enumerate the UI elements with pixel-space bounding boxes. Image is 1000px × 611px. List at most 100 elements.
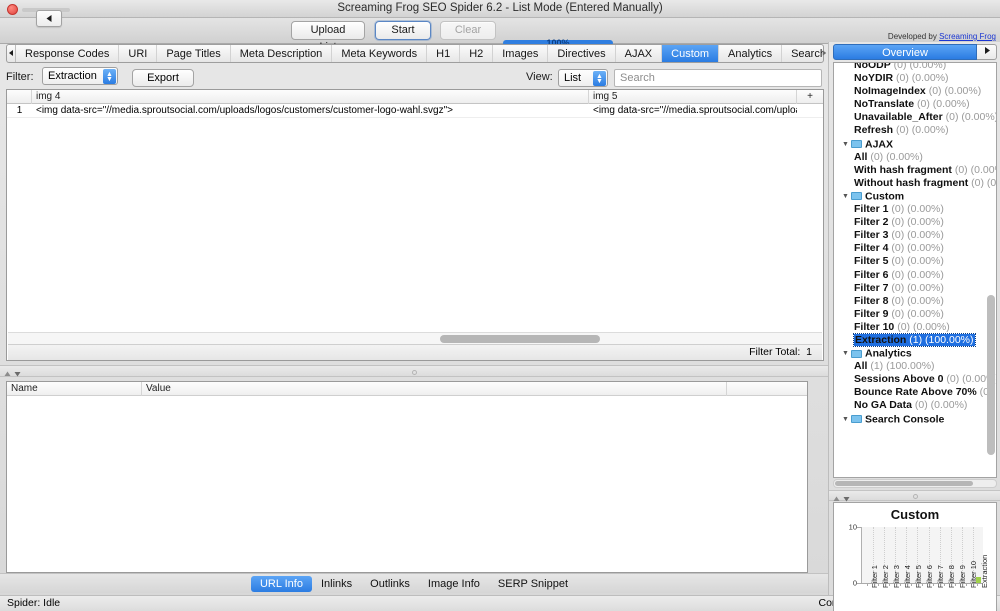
back-button[interactable] [36, 10, 62, 27]
splitter-grip[interactable] [412, 370, 417, 375]
tab-h1[interactable]: H1 [427, 45, 461, 62]
tree-item-filter-1[interactable]: Filter 1 (0) (0.00%) [834, 203, 996, 216]
tree-item-noodp[interactable]: NoODP (0) (0.00%) [834, 63, 996, 72]
chevron-down-icon[interactable]: ▼ [842, 138, 851, 151]
tree-item-noydir[interactable]: NoYDIR (0) (0.00%) [834, 72, 996, 85]
add-column-button[interactable]: + [797, 90, 823, 104]
tab-page-titles[interactable]: Page Titles [157, 45, 231, 62]
tab-directives[interactable]: Directives [548, 45, 616, 62]
tab-scroll-right-button[interactable] [820, 44, 828, 63]
scrollbar-thumb[interactable] [835, 481, 973, 486]
tree-item-notranslate[interactable]: NoTranslate (0) (0.00%) [834, 98, 996, 111]
tree-item-all[interactable]: All (1) (100.00%) [834, 360, 996, 373]
tree-item-extraction[interactable]: Extraction (1) (100.00%) [834, 332, 996, 347]
column-header-name[interactable]: Name [7, 382, 142, 396]
tree-vertical-scrollbar-thumb[interactable] [987, 295, 995, 455]
tab-search-console[interactable]: Search Console [782, 45, 823, 62]
column-header-filler [727, 382, 807, 396]
column-header-img4[interactable]: img 4 [32, 90, 589, 104]
detail-tab-url-info[interactable]: URL Info [250, 575, 312, 592]
tree-item-count: (0) [896, 124, 909, 137]
tree-item-filter-3[interactable]: Filter 3 (0) (0.00%) [834, 229, 996, 242]
detail-tab-serp-snippet[interactable]: SERP Snippet [489, 576, 577, 592]
tree-item-custom[interactable]: ▼ Custom [834, 190, 996, 203]
detail-tab-outlinks[interactable]: Outlinks [361, 576, 419, 592]
tree-item-filter-7[interactable]: Filter 7 (0) (0.00%) [834, 281, 996, 295]
tree-item-filter-8[interactable]: Filter 8 (0) (0.00%) [834, 294, 996, 308]
detail-tab-image-info[interactable]: Image Info [419, 576, 489, 592]
triangle-up-icon[interactable] [4, 368, 11, 380]
tab-overview[interactable]: Overview [833, 44, 977, 60]
tab-label: Page Titles [166, 47, 221, 60]
cell-rownum: 1 [16, 105, 23, 116]
folder-icon [851, 192, 862, 201]
triangle-down-icon[interactable] [14, 368, 21, 380]
screaming-frog-link[interactable]: Screaming Frog [939, 32, 996, 41]
tree-item-count: (0) [945, 111, 959, 124]
search-input[interactable]: Search [614, 69, 822, 87]
tab-uri[interactable]: URI [119, 45, 158, 62]
tab-label: URI [128, 47, 148, 60]
tree-item-percent: (0.00%) [907, 242, 944, 255]
table-row[interactable]: 1 <img data-src="//media.sproutsocial.co… [7, 104, 823, 118]
tree-item-filter-5[interactable]: Filter 5 (0) (0.00%) [834, 255, 996, 268]
tree-item-no-ga-data[interactable]: No GA Data (0) (0.00%) [834, 399, 996, 412]
tab-meta-keywords[interactable]: Meta Keywords [332, 45, 428, 62]
tree-item-all[interactable]: All (0) (0.00%) [834, 151, 996, 164]
view-select[interactable]: List ▲ ▼ [558, 69, 608, 87]
tree-horizontal-scrollbar[interactable] [833, 479, 997, 488]
upload-list-button[interactable]: Upload List [291, 21, 365, 53]
tree-item-sessions-above-0[interactable]: Sessions Above 0 (0) (0.00%) [834, 373, 996, 386]
tab-response-codes[interactable]: Response Codes [16, 45, 120, 62]
tree-item-without-hash-fragment[interactable]: Without hash fragment (0) (0.00%) [834, 177, 996, 190]
tree-item-filter-4[interactable]: Filter 4 (0) (0.00%) [834, 242, 996, 255]
cell-img5: <img data-src="//media.sproutsocial.com/… [593, 105, 797, 116]
overview-tree[interactable]: NoODP (0) (0.00%) NoYDIR (0) (0.00%) NoIma… [833, 62, 997, 478]
tree-item-noimageindex[interactable]: NoImageIndex (0) (0.00%) [834, 85, 996, 98]
tree-item-unavailable-after[interactable]: Unavailable_After (0) (0.00%) [834, 111, 996, 124]
chevron-down-icon[interactable]: ▼ [842, 413, 851, 426]
tab-custom[interactable]: Custom [662, 45, 720, 62]
tree-item-filter-9[interactable]: Filter 9 (0) (0.00%) [834, 308, 996, 321]
tree-item-search-console[interactable]: ▼ Search Console [834, 412, 996, 426]
chevron-down-icon[interactable]: ▼ [842, 190, 851, 203]
tree-item-label: Search Console [865, 412, 945, 425]
tab-h2[interactable]: H2 [460, 45, 494, 62]
tree-item-ajax[interactable]: ▼ AJAX [834, 138, 996, 151]
back-arrow-icon [45, 14, 54, 23]
panel-splitter[interactable] [0, 365, 828, 377]
tab-meta-description[interactable]: Meta Description [231, 45, 333, 62]
tree-item-refresh[interactable]: Refresh (0) (0.00%) [834, 124, 996, 137]
results-horizontal-scrollbar[interactable] [8, 332, 822, 344]
tab-scroll-left-button[interactable] [7, 45, 16, 62]
detail-tab-bar: URL Info Inlinks Outlinks Image Info SERP Sn… [0, 573, 828, 593]
url-detail-panel: Name Value [6, 381, 808, 573]
tree-item-count: (0) [891, 294, 905, 307]
tree-item-percent: (0.00%) [907, 229, 944, 242]
chevron-down-icon[interactable]: ▼ [842, 347, 851, 360]
tab-ajax[interactable]: AJAX [616, 45, 663, 62]
folder-icon [851, 349, 862, 358]
tree-item-percent: (0.00%) [907, 281, 944, 294]
sidebar-splitter-grip[interactable] [913, 494, 918, 499]
column-header-value[interactable]: Value [142, 382, 727, 396]
tab-analytics[interactable]: Analytics [719, 45, 783, 62]
tree-item-filter-10[interactable]: Filter 10 (0) (0.00%) [834, 321, 996, 334]
column-header-rownum[interactable] [7, 90, 32, 104]
export-button[interactable]: Export [132, 69, 194, 87]
tree-item-filter-6[interactable]: Filter 6 (0) (0.00%) [834, 269, 996, 282]
splitter-collapse-buttons[interactable] [4, 368, 21, 380]
column-header-img5[interactable]: img 5 [589, 90, 797, 104]
sidebar-splitter[interactable] [829, 490, 1000, 502]
tree-item-filter-2[interactable]: Filter 2 (0) (0.00%) [834, 216, 996, 229]
tree-item-with-hash-fragment[interactable]: With hash fragment (0) (0.00%) [834, 163, 996, 177]
tree-item-count: (0) [954, 163, 968, 176]
start-button[interactable]: Start [375, 21, 431, 40]
tree-item-analytics[interactable]: ▼ Analytics [834, 347, 996, 360]
filter-select[interactable]: Extraction ▲ ▼ [42, 67, 118, 85]
scrollbar-thumb[interactable] [440, 335, 600, 343]
overview-next-button[interactable] [977, 44, 997, 60]
tab-images[interactable]: Images [493, 45, 549, 62]
tree-item-bounce-rate-above-70[interactable]: Bounce Rate Above 70% (0) [834, 386, 996, 399]
detail-tab-inlinks[interactable]: Inlinks [312, 576, 361, 592]
